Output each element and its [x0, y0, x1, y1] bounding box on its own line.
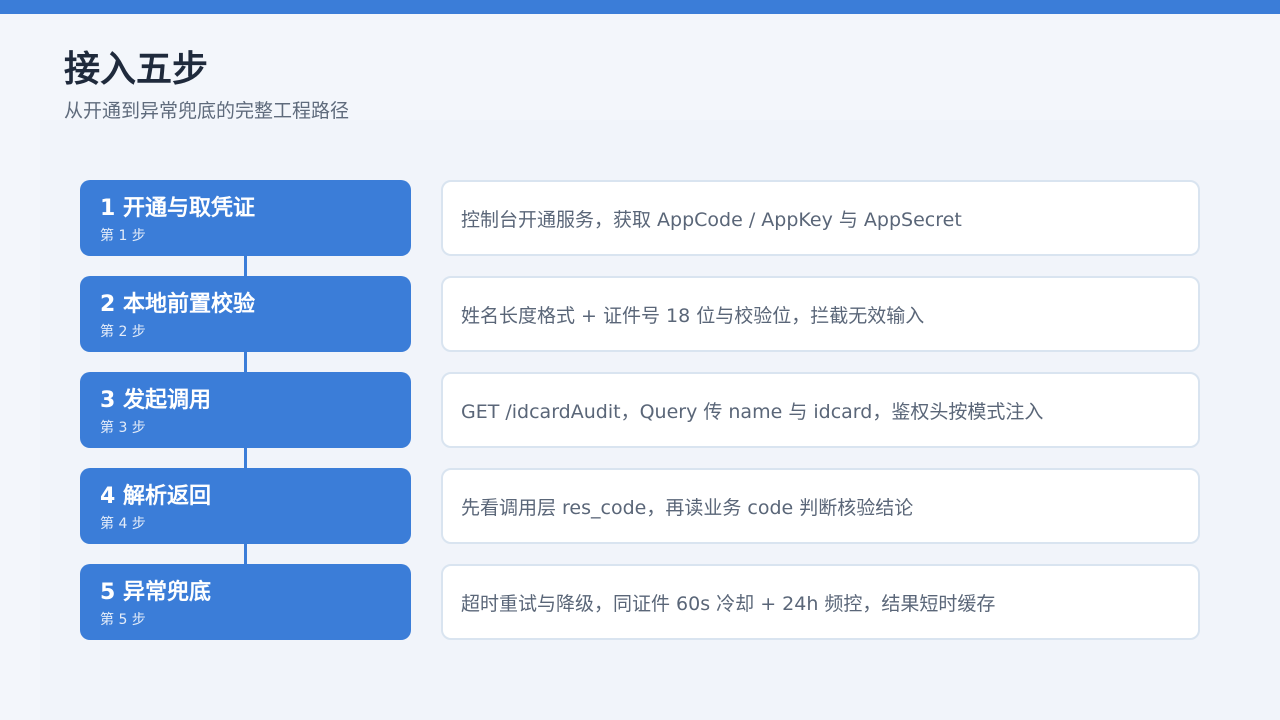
page-title: 接入五步: [64, 49, 209, 90]
step-title: 5 异常兜底: [100, 580, 211, 605]
step-box-1: 1 开通与取凭证 第 1 步: [80, 180, 411, 256]
step-title: 1 开通与取凭证: [100, 196, 255, 221]
step-number-label: 第 5 步: [100, 612, 146, 628]
step-box-2: 2 本地前置校验 第 2 步: [80, 276, 411, 352]
step-description-card-5: 超时重试与降级，同证件 60s 冷却 + 24h 频控，结果短时缓存: [441, 564, 1200, 640]
page-subtitle: 从开通到异常兜底的完整工程路径: [64, 100, 350, 122]
step-description: 先看调用层 res_code，再读业务 code 判断核验结论: [461, 496, 914, 519]
step-number-label: 第 1 步: [100, 228, 146, 244]
step-connector: [244, 256, 247, 276]
step-description: 姓名长度格式 + 证件号 18 位与校验位，拦截无效输入: [461, 304, 925, 327]
step-description-card-2: 姓名长度格式 + 证件号 18 位与校验位，拦截无效输入: [441, 276, 1200, 352]
step-description-card-4: 先看调用层 res_code，再读业务 code 判断核验结论: [441, 468, 1200, 544]
top-accent-bar: [0, 0, 1280, 14]
step-title: 4 解析返回: [100, 484, 211, 509]
step-box-5: 5 异常兜底 第 5 步: [80, 564, 411, 640]
step-description-card-3: GET /idcardAudit，Query 传 name 与 idcard，鉴…: [441, 372, 1200, 448]
step-description: GET /idcardAudit，Query 传 name 与 idcard，鉴…: [461, 400, 1044, 423]
step-connector: [244, 448, 247, 468]
step-description: 控制台开通服务，获取 AppCode / AppKey 与 AppSecret: [461, 208, 962, 231]
step-connector: [244, 352, 247, 372]
step-box-3: 3 发起调用 第 3 步: [80, 372, 411, 448]
step-connector: [244, 544, 247, 564]
step-number-label: 第 3 步: [100, 420, 146, 436]
step-description-card-1: 控制台开通服务，获取 AppCode / AppKey 与 AppSecret: [441, 180, 1200, 256]
step-number-label: 第 2 步: [100, 324, 146, 340]
step-box-4: 4 解析返回 第 4 步: [80, 468, 411, 544]
step-number-label: 第 4 步: [100, 516, 146, 532]
step-title: 3 发起调用: [100, 388, 211, 413]
step-description: 超时重试与降级，同证件 60s 冷却 + 24h 频控，结果短时缓存: [461, 592, 996, 615]
step-title: 2 本地前置校验: [100, 292, 255, 317]
